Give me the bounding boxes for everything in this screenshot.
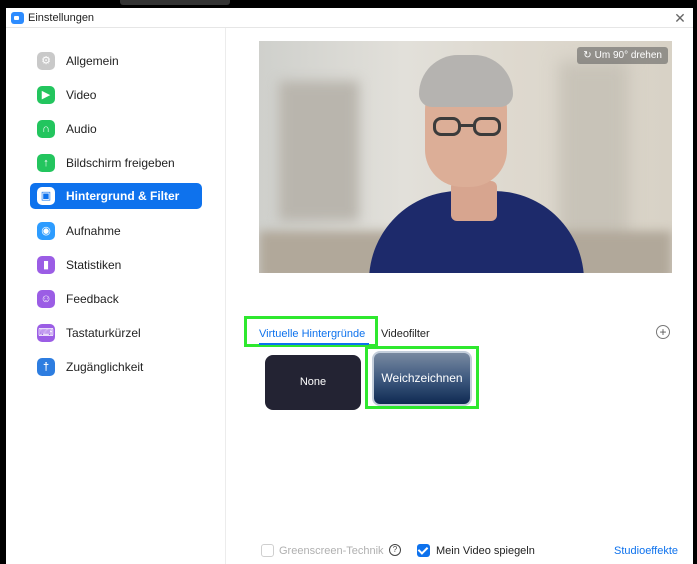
background-tab: [120, 0, 230, 5]
accessibility-icon: †: [37, 358, 55, 376]
sidebar-item-label: Bildschirm freigeben: [66, 156, 175, 170]
sidebar-item-feedback[interactable]: ☺ Feedback: [30, 286, 202, 312]
sidebar-item-label: Allgemein: [66, 54, 119, 68]
tab-virtual-backgrounds[interactable]: Virtuelle Hintergründe: [244, 316, 378, 347]
preview-background: [279, 81, 359, 221]
tab-label: Virtuelle Hintergründe: [259, 328, 366, 340]
sidebar-item-hintergrund-filter[interactable]: ▣ Hintergrund & Filter: [30, 183, 202, 209]
sidebar-item-zugaenglichkeit[interactable]: † Zugänglichkeit: [30, 354, 202, 380]
sidebar-item-aufnahme[interactable]: ◉ Aufnahme: [30, 218, 202, 244]
background-tabs: Virtuelle Hintergründe Videofilter +: [244, 316, 674, 347]
sidebar-item-video[interactable]: ▶ Video: [30, 82, 202, 108]
share-screen-icon: ↑: [37, 154, 55, 172]
background-option-none[interactable]: None: [265, 355, 361, 410]
keyboard-icon: ⌨: [37, 324, 55, 342]
record-icon: ◉: [37, 222, 55, 240]
rotate-label: Um 90° drehen: [594, 50, 662, 61]
sidebar-item-label: Feedback: [66, 292, 119, 306]
settings-sidebar: ⚙ Allgemein ▶ Video ∩ Audio ↑ Bildschirm…: [6, 28, 226, 564]
statistics-icon: ▮: [37, 256, 55, 274]
sidebar-item-bildschirm-freigeben[interactable]: ↑ Bildschirm freigeben: [30, 150, 202, 176]
video-preview: ↻ Um 90° drehen: [259, 41, 672, 273]
highlight-frame: Weichzeichnen: [365, 346, 479, 409]
sidebar-item-label: Statistiken: [66, 258, 122, 272]
person-hair: [419, 55, 513, 107]
sidebar-item-label: Video: [66, 88, 97, 102]
sidebar-item-statistiken[interactable]: ▮ Statistiken: [30, 252, 202, 278]
background-option-blur[interactable]: Weichzeichnen: [372, 351, 472, 406]
title-bar: Einstellungen ✕: [6, 8, 693, 28]
greenscreen-label: Greenscreen-Technik: [279, 545, 384, 557]
close-button[interactable]: ✕: [671, 9, 689, 27]
sidebar-item-allgemein[interactable]: ⚙ Allgemein: [30, 48, 202, 74]
sidebar-item-label: Tastaturkürzel: [66, 326, 141, 340]
mirror-video-label: Mein Video spiegeln: [436, 545, 535, 557]
headphones-icon: ∩: [37, 120, 55, 138]
sidebar-item-label: Aufnahme: [66, 224, 121, 238]
preview-background: [559, 61, 629, 251]
background-icon: ▣: [37, 187, 55, 205]
zoom-app-icon: [11, 12, 24, 24]
person-neck: [451, 181, 497, 221]
help-icon[interactable]: ?: [389, 544, 401, 556]
mirror-video-checkbox[interactable]: [417, 544, 430, 557]
sidebar-item-audio[interactable]: ∩ Audio: [30, 116, 202, 142]
rotate-icon: ↻: [583, 50, 592, 61]
settings-content: ↻ Um 90° drehen Virtuelle Hintergründe Vi…: [227, 28, 693, 564]
gear-icon: ⚙: [37, 52, 55, 70]
add-background-button[interactable]: +: [656, 325, 670, 339]
video-camera-icon: ▶: [37, 86, 55, 104]
rotate-button[interactable]: ↻ Um 90° drehen: [577, 47, 668, 64]
window-title: Einstellungen: [28, 12, 95, 24]
sidebar-item-label: Audio: [66, 122, 97, 136]
settings-window: Einstellungen ✕ ⚙ Allgemein ▶ Video ∩ Au…: [5, 8, 694, 564]
tab-video-filters[interactable]: Videofilter: [381, 328, 430, 340]
sidebar-item-tastaturkuerzel[interactable]: ⌨ Tastaturkürzel: [30, 320, 202, 346]
tab-underline: [259, 343, 369, 345]
studio-effects-link[interactable]: Studioeffekte: [614, 545, 678, 557]
os-top-bar: [0, 0, 697, 8]
greenscreen-checkbox[interactable]: [261, 544, 274, 557]
options-bar: Greenscreen-Technik ? Mein Video spiegel…: [227, 542, 693, 564]
feedback-icon: ☺: [37, 290, 55, 308]
sidebar-item-label: Hintergrund & Filter: [66, 189, 180, 203]
sidebar-item-label: Zugänglichkeit: [66, 360, 144, 374]
person-glasses: [433, 117, 501, 137]
